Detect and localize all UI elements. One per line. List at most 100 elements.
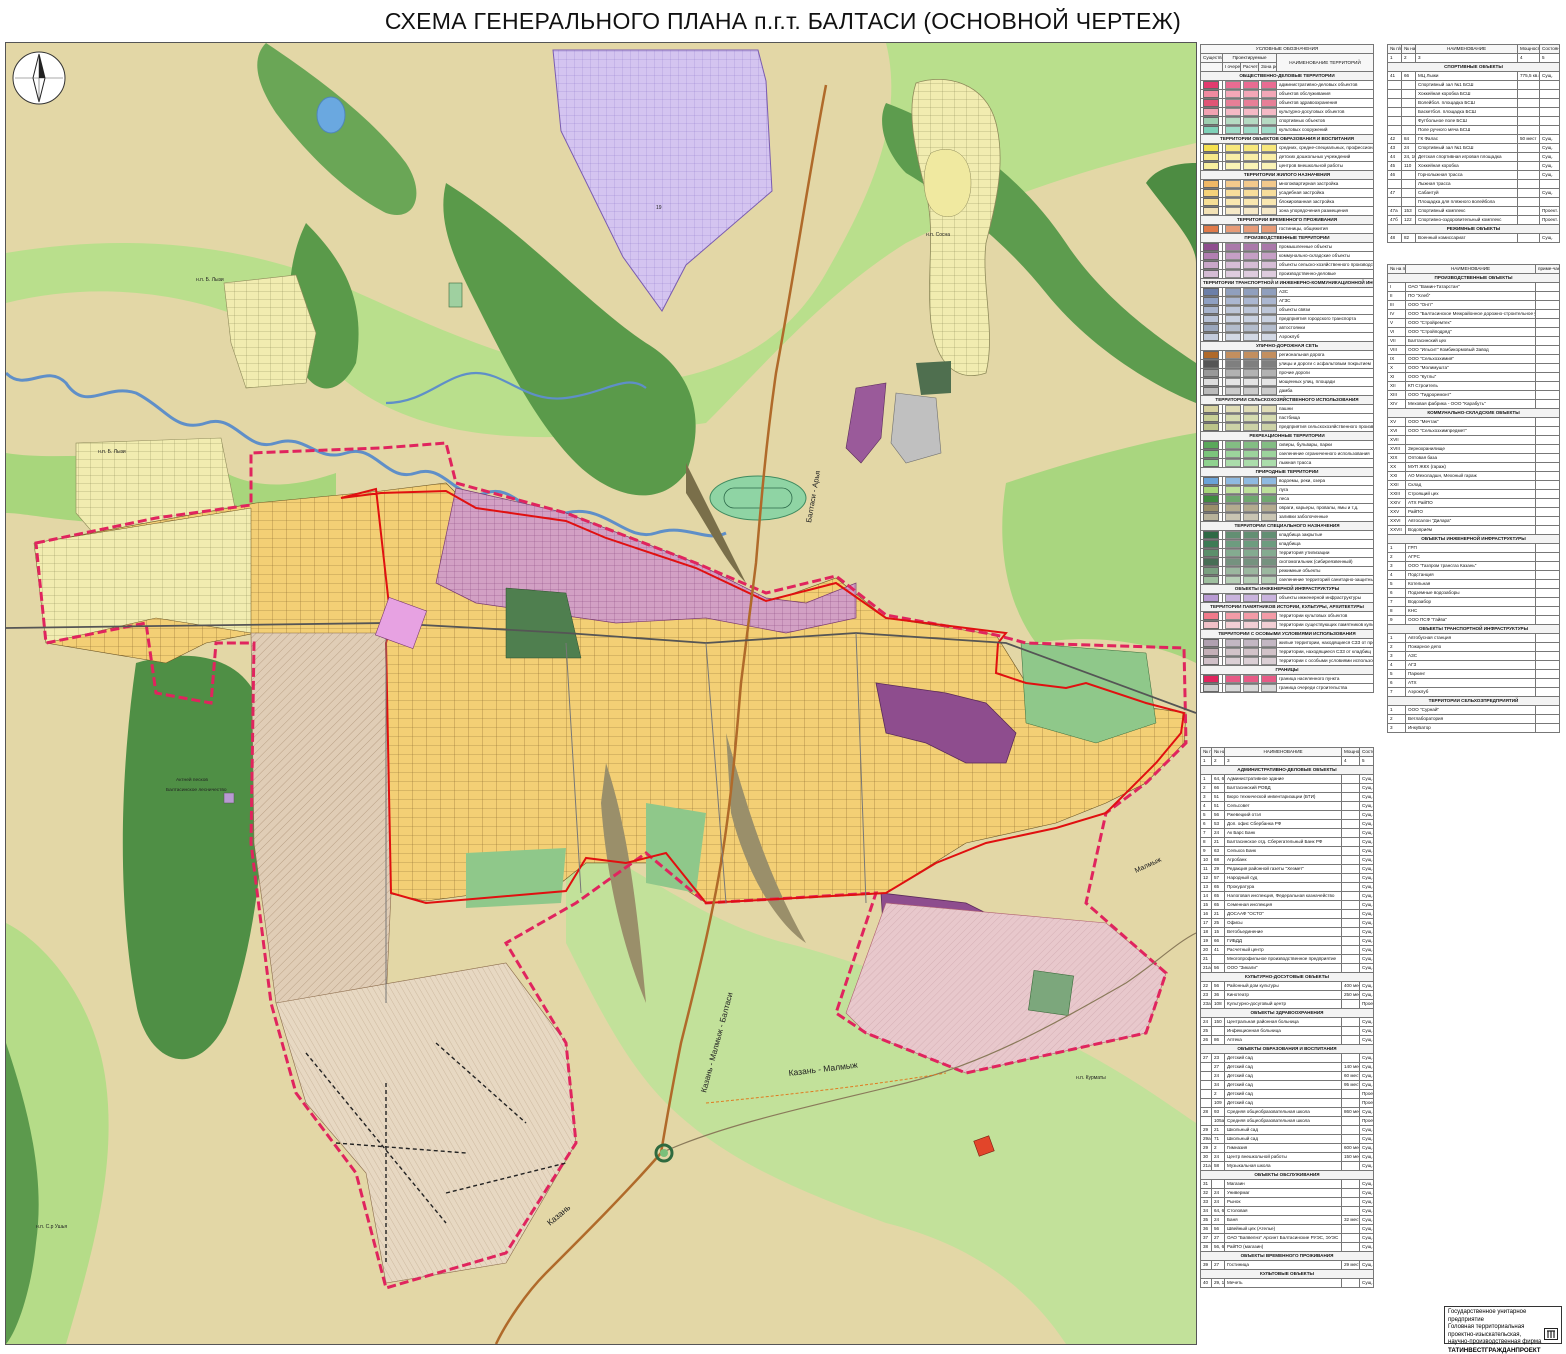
table-cell: 56 <box>1212 964 1225 973</box>
legend-row: детских дошкольных учреждений <box>1201 153 1374 162</box>
table-cell <box>1342 1234 1360 1243</box>
table-row: 109Детский садПроект. <box>1201 1099 1374 1108</box>
table-cell: Сущ. <box>1360 1027 1374 1036</box>
legend-swatch <box>1203 225 1219 233</box>
legend-swatch <box>1225 612 1241 620</box>
prod-section-title: ТЕРРИТОРИИ СЕЛЬХОЗПРЕДПРИЯТИЙ <box>1388 697 1560 706</box>
table-cell: Горнолыжная трасса <box>1416 171 1518 180</box>
table-cell: Магазин <box>1225 1180 1342 1189</box>
table-cell <box>1212 1027 1225 1036</box>
table-cell <box>1388 198 1402 207</box>
table-cell: 6 <box>1201 820 1212 829</box>
table-cell <box>1518 216 1540 225</box>
table-cell <box>1342 1207 1360 1216</box>
legend-swatch <box>1225 333 1241 341</box>
legend-row: усадебная застройка <box>1201 189 1374 198</box>
table-cell: 63 <box>1212 847 1225 856</box>
table-cell <box>1536 724 1560 733</box>
table-cell: VII <box>1388 337 1406 346</box>
table-cell: Ак Барс Банк <box>1225 829 1342 838</box>
legend-label: заливки заболоченные <box>1277 513 1374 522</box>
table-cell: 23а <box>1201 1000 1212 1009</box>
table-row: 5Котельная <box>1388 580 1560 589</box>
table-cell: VI <box>1388 328 1406 337</box>
table-cell: Сущ. <box>1540 72 1560 81</box>
legend-swatch <box>1225 288 1241 296</box>
table-cell: ООО ПСФ "Гайва" <box>1406 616 1536 625</box>
table-row: 3АЗС <box>1388 652 1560 661</box>
table-row: Футбольное поле БСШ <box>1388 117 1560 126</box>
legend-swatch <box>1225 513 1241 521</box>
legend-row: леса <box>1201 495 1374 504</box>
table-cell: 122 <box>1402 216 1416 225</box>
legend-row: кладбища <box>1201 540 1374 549</box>
table-cell: XX <box>1388 463 1406 472</box>
table-cell: 3 <box>1388 652 1406 661</box>
table-cell <box>1342 1180 1360 1189</box>
table-cell: XXI <box>1388 472 1406 481</box>
legend-swatch <box>1225 567 1241 575</box>
table-cell: Детский сад <box>1225 1099 1342 1108</box>
table-row: 24150Центральная районная больницаСущ. <box>1201 1018 1374 1027</box>
obj-head-num: № п/п <box>1201 748 1212 757</box>
table-cell: 29а <box>1201 1135 1212 1144</box>
table-row: 556Ржевецкий отэлСущ. <box>1201 811 1374 820</box>
legend-swatch <box>1261 117 1277 125</box>
table-cell: 25 <box>1201 1027 1212 1036</box>
legend-swatch <box>1261 81 1277 89</box>
table-cell: 28 <box>1201 1108 1212 1117</box>
legend-label: прочие дороги <box>1277 369 1374 378</box>
legend-swatch <box>1203 423 1219 431</box>
legend-swatch <box>1261 531 1277 539</box>
legend-label: пашни <box>1277 405 1374 414</box>
table-cell: 2 <box>1212 1090 1225 1099</box>
legend-label: объекты сельско-хозяйственного производс… <box>1277 261 1374 270</box>
table-row: XООО "Молимушта" <box>1388 364 1560 373</box>
legend-swatch <box>1243 288 1259 296</box>
legend-label: территории культовых объектов <box>1277 612 1374 621</box>
table-row: XXIIIСтроящий цех <box>1388 490 1560 499</box>
table-cell <box>1540 99 1560 108</box>
table-row: 21Многопрофильное производственное предп… <box>1201 955 1374 964</box>
table-cell: Средняя общеобразовательная школа <box>1225 1117 1342 1126</box>
table-cell <box>1342 901 1360 910</box>
table-cell: 45 <box>1388 162 1402 171</box>
table-cell: 2 <box>1388 715 1406 724</box>
table-cell: 21 <box>1212 910 1225 919</box>
table-cell <box>1342 829 1360 838</box>
legend-swatch <box>1243 477 1259 485</box>
table-cell: ГК Фалас <box>1416 135 1518 144</box>
legend-label: предприятия сельскохозяйственного произв… <box>1277 423 1374 432</box>
table-cell: Балтасинское отд. Сберегательный Банк РФ <box>1225 838 1342 847</box>
table-cell <box>1518 117 1540 126</box>
table-cell: 153 <box>1402 207 1416 216</box>
legend-row: центров внешкольной работы <box>1201 162 1374 171</box>
table-cell: 150 мест <box>1342 1153 1360 1162</box>
legend-swatch <box>1243 144 1259 152</box>
legend-swatch <box>1203 459 1219 467</box>
table-cell: III <box>1388 301 1406 310</box>
table-cell: 31 <box>1201 1180 1212 1189</box>
stamp-line-2: Головная территориальная <box>1448 1324 1558 1332</box>
table-cell <box>1342 802 1360 811</box>
legend-swatch <box>1203 198 1219 206</box>
table-cell <box>1540 180 1560 189</box>
legend-row: мощенных улиц, площади <box>1201 378 1374 387</box>
utility-north <box>891 393 941 463</box>
table-row: XXIVАТХ РайПО <box>1388 499 1560 508</box>
legend-swatch <box>1203 144 1219 152</box>
table-cell: 250 мест <box>1342 991 1360 1000</box>
table-cell <box>1536 589 1560 598</box>
table-cell <box>1342 1000 1360 1009</box>
table-cell: Сущ. <box>1360 874 1374 883</box>
table-cell <box>1342 910 1360 919</box>
map-canvas[interactable]: н.п. Б. Лызи н.п. Б. Лызи н.п. Сосна н.п… <box>5 42 1197 1345</box>
legend-swatch <box>1243 423 1259 431</box>
legend-swatch <box>1243 450 1259 458</box>
table-cell <box>1201 1063 1212 1072</box>
table-cell: 66 <box>1212 937 1225 946</box>
table-cell: 16 <box>1201 910 1212 919</box>
legend-swatch <box>1243 360 1259 368</box>
table-cell: 1 <box>1201 775 1212 784</box>
legend-label: озеленение территорий санитарно-защитных… <box>1277 576 1374 585</box>
